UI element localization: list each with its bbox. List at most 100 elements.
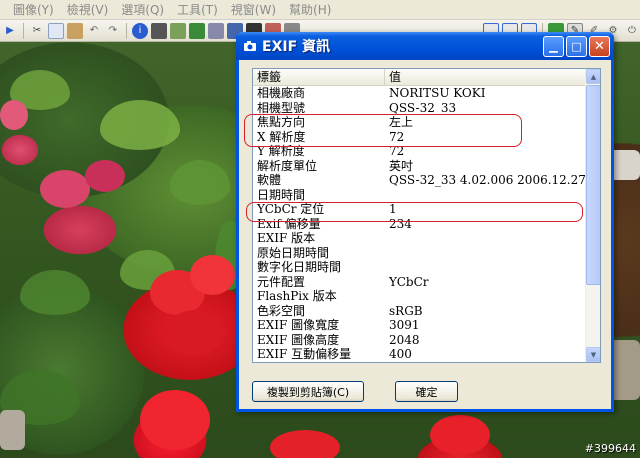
arrow-down-icon: ▼ — [590, 350, 597, 359]
scroll-thumb[interactable] — [586, 85, 600, 285]
row-value: sRGB — [389, 303, 423, 318]
row-value: QSS-32_33 4.02.006 2006.12.27 — [389, 173, 586, 187]
camera-icon — [242, 38, 258, 54]
row-value: 72 — [389, 129, 405, 144]
row-tag: 日期時間 — [257, 187, 306, 202]
row-value: 英吋 — [389, 158, 414, 173]
table-row[interactable]: 數字化日期時間 — [253, 260, 587, 275]
vertical-scrollbar[interactable]: ▲ ▼ — [585, 69, 600, 362]
save-icon[interactable] — [189, 22, 205, 39]
maximize-button[interactable]: □ — [566, 35, 587, 57]
row-value: 3091 — [389, 318, 420, 332]
redo-icon[interactable]: ↷ — [105, 23, 121, 39]
row-tag: FlashPix 版本 — [257, 289, 337, 303]
table-row[interactable]: X 解析度 72 — [253, 130, 587, 145]
table-row[interactable]: Y 解析度 72 — [253, 144, 587, 159]
toolbar-separator — [23, 22, 24, 39]
row-tag: 原始日期時間 — [257, 245, 330, 260]
row-tag: 數字化日期時間 — [257, 260, 342, 274]
menu-window[interactable]: 視窗(W) — [226, 1, 284, 18]
table-row[interactable]: 原始日期時間 — [253, 246, 587, 261]
row-tag: 解析度單位 — [257, 158, 318, 173]
dialog-client: 標籤 值 相機廠商 NORITSU KOKI 相機型號 QSS-32_33 焦點方向 左上… — [239, 60, 611, 409]
listview-header: 標籤 值 — [253, 69, 600, 86]
menu-view[interactable]: 檢視(V) — [62, 1, 117, 18]
table-row[interactable]: 相機型號 QSS-32_33 — [253, 101, 587, 116]
row-value: 2048 — [389, 332, 420, 347]
menu-tools[interactable]: 工具(T) — [172, 1, 226, 18]
undo-icon[interactable]: ↶ — [86, 23, 102, 39]
table-row[interactable]: FlashPix 版本 — [253, 289, 587, 304]
arrow-icon[interactable]: ▶ — [2, 23, 18, 39]
row-value — [385, 231, 587, 246]
row-value — [385, 188, 587, 203]
row-value: 72 — [389, 144, 405, 158]
table-row[interactable]: 色彩空間 sRGB — [253, 304, 587, 319]
row-value — [385, 260, 587, 275]
toolbar-separator — [126, 22, 127, 39]
exif-dialog: EXIF 資訊 ▁ □ ✕ 標籤 值 相機廠商 NORITSU KOKI 相機型號 Q… — [236, 32, 614, 412]
minimize-icon: ▁ — [549, 39, 558, 53]
copy-icon[interactable] — [48, 22, 64, 39]
row-value: QSS-32_33 — [389, 100, 457, 115]
info-icon[interactable]: i — [132, 22, 148, 39]
table-row[interactable]: EXIF 圖像寬度 3091 — [253, 318, 587, 333]
table-row[interactable]: 解析度單位 英吋 — [253, 159, 587, 174]
table-row[interactable]: 焦點方向 左上 — [253, 115, 587, 130]
row-value: YCbCr — [389, 274, 429, 289]
minimize-button[interactable]: ▁ — [543, 35, 564, 57]
table-row[interactable]: EXIF 互動偏移量 400 — [253, 347, 587, 362]
row-tag: 色彩空間 — [257, 303, 306, 318]
row-value — [385, 246, 587, 261]
row-value: 1 — [389, 202, 397, 216]
row-tag: 相機廠商 — [257, 86, 306, 100]
print-icon[interactable] — [208, 22, 224, 39]
column-header-value[interactable]: 值 — [385, 69, 600, 85]
menu-help[interactable]: 幫助(H) — [284, 1, 339, 18]
table-row[interactable]: 元件配置 YCbCr — [253, 275, 587, 290]
row-tag: 軟體 — [257, 173, 282, 187]
row-tag: YCbCr 定位 — [257, 202, 325, 216]
app-menubar: 圖像(Y) 檢視(V) 選項(Q) 工具(T) 視窗(W) 幫助(H) — [0, 0, 640, 20]
table-row[interactable]: 日期時間 — [253, 188, 587, 203]
row-value: NORITSU KOKI — [389, 86, 486, 100]
camera-icon[interactable] — [151, 22, 167, 39]
row-tag: Exif 偏移量 — [257, 216, 321, 231]
scroll-up-button[interactable]: ▲ — [586, 69, 600, 84]
row-value: 400 — [389, 347, 412, 361]
close-button[interactable]: ✕ — [589, 35, 610, 57]
table-row[interactable]: 相機廠商 NORITSU KOKI — [253, 86, 587, 101]
row-value: 234 — [389, 216, 412, 231]
dialog-title: EXIF 資訊 — [262, 39, 331, 55]
paste-icon[interactable] — [67, 22, 83, 39]
menu-options[interactable]: 選項(Q) — [116, 1, 172, 18]
row-tag: EXIF 圖像寬度 — [257, 318, 340, 332]
maximize-icon: □ — [571, 39, 582, 53]
scroll-down-button[interactable]: ▼ — [586, 347, 600, 362]
exit-icon[interactable]: ⏻ — [624, 23, 640, 39]
column-header-tag[interactable]: 標籤 — [253, 69, 385, 85]
row-tag: X 解析度 — [257, 129, 306, 144]
table-row[interactable]: 軟體 QSS-32_33 4.02.006 2006.12.27 — [253, 173, 587, 188]
row-tag: Y 解析度 — [257, 144, 305, 158]
table-row[interactable]: EXIF 版本 — [253, 231, 587, 246]
table-row[interactable]: YCbCr 定位 1 — [253, 202, 587, 217]
ok-button[interactable]: 確定 — [395, 381, 458, 402]
arrow-up-icon: ▲ — [590, 72, 597, 81]
row-tag: EXIF 互動偏移量 — [257, 347, 352, 361]
cut-icon[interactable]: ✂ — [29, 23, 45, 39]
row-tag: EXIF 版本 — [257, 231, 316, 245]
row-tag: 元件配置 — [257, 274, 306, 289]
row-tag: 焦點方向 — [257, 115, 306, 129]
menu-image[interactable]: 圖像(Y) — [8, 1, 62, 18]
watermark: #399644 — [584, 442, 636, 455]
image-icon[interactable] — [170, 22, 186, 39]
table-row[interactable]: EXIF 圖像高度 2048 — [253, 333, 587, 348]
table-row[interactable]: Exif 偏移量 234 — [253, 217, 587, 232]
exif-listview[interactable]: 標籤 值 相機廠商 NORITSU KOKI 相機型號 QSS-32_33 焦點方向 左上… — [252, 68, 601, 363]
dialog-titlebar[interactable]: EXIF 資訊 ▁ □ ✕ — [236, 32, 614, 60]
copy-to-clipboard-button[interactable]: 複製到剪貼簿(C) — [252, 381, 364, 402]
row-value — [385, 289, 587, 304]
close-icon: ✕ — [594, 38, 605, 54]
row-value: 左上 — [389, 115, 414, 129]
